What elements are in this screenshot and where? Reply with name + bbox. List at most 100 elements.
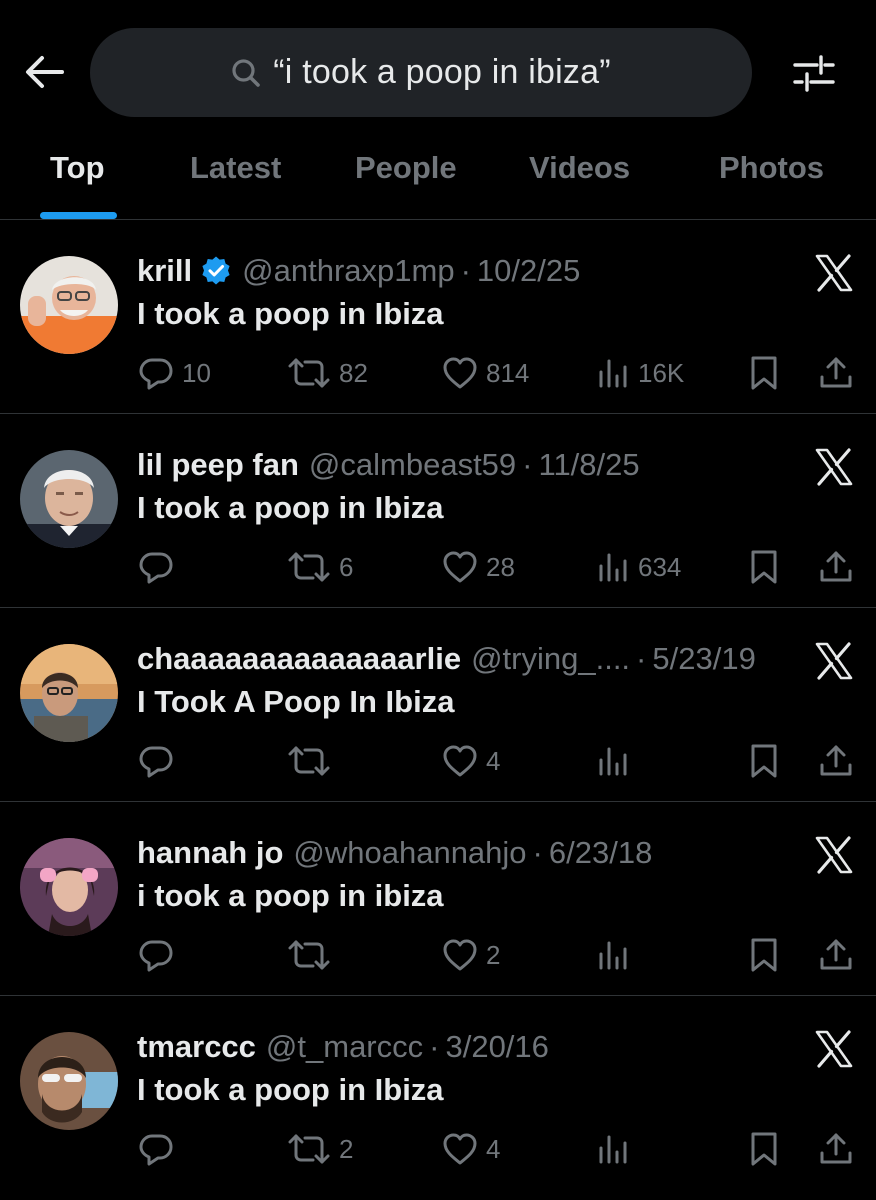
views-chart-icon [596,1132,630,1166]
reply-button[interactable]: 10 [138,355,211,391]
tweet[interactable]: lil peep fan @calmbeast59 · 11/8/25 I to… [0,414,876,608]
like-count: 28 [486,551,515,582]
search-header: “i took a poop in ibiza” [0,0,876,130]
like-count: 2 [486,939,501,970]
views-chart-icon [596,744,630,778]
retweet-count: 82 [339,357,368,388]
search-filter-button[interactable] [790,50,838,96]
x-logo-icon[interactable] [814,836,854,874]
tab-latest[interactable]: Latest [190,150,281,186]
avatar[interactable] [20,838,118,936]
share-button[interactable] [818,743,854,779]
reply-button[interactable] [138,937,182,973]
like-button[interactable]: 28 [442,549,515,585]
retweet-count: 6 [339,551,354,582]
tweet-date[interactable]: 6/23/18 [549,835,652,871]
user-handle[interactable]: @anthraxp1mp [242,253,454,289]
x-logo-icon[interactable] [814,1030,854,1068]
share-button[interactable] [818,937,854,973]
like-count: 4 [486,1133,501,1164]
bookmark-button[interactable] [748,1131,780,1167]
retweet-icon [287,549,331,585]
user-handle[interactable]: @trying_.... [471,641,630,677]
retweet-button[interactable]: 82 [287,355,368,391]
share-button[interactable] [818,1131,854,1167]
like-button[interactable]: 814 [442,355,529,391]
search-tabs: Top Latest People Videos Photos [0,130,876,220]
tweet-date[interactable]: 3/20/16 [445,1029,548,1065]
tweet-text: i took a poop in ibiza [137,878,444,913]
retweet-button[interactable] [287,937,339,973]
share-icon [818,355,854,391]
view-count: 16K [638,357,685,388]
tweet-header: krill @anthraxp1mp · 10/2/25 [137,251,580,291]
search-query-text: “i took a poop in ibiza” [273,53,611,91]
tweet[interactable]: chaaaaaaaaaaaaaarlie @trying_.... · 5/23… [0,608,876,802]
like-button[interactable]: 2 [442,937,500,973]
retweet-button[interactable]: 2 [287,1131,353,1167]
retweet-button[interactable]: 6 [287,549,353,585]
avatar[interactable] [20,256,118,354]
display-name[interactable]: tmarccc [137,1029,256,1065]
display-name[interactable]: krill [137,253,192,289]
tweet-text: I took a poop in Ibiza [137,1072,444,1107]
separator-dot: · [636,641,647,676]
reply-icon [138,743,174,779]
user-handle[interactable]: @whoahannahjo [293,835,526,871]
avatar[interactable] [20,1032,118,1130]
x-logo-icon[interactable] [814,642,854,680]
display-name[interactable]: chaaaaaaaaaaaaaarlie [137,641,461,677]
x-logo-icon[interactable] [814,448,854,486]
tweet-header: hannah jo @whoahannahjo · 6/23/18 [137,833,652,873]
user-handle[interactable]: @calmbeast59 [309,447,516,483]
reply-button[interactable] [138,1131,182,1167]
avatar[interactable] [20,450,118,548]
tweet-date[interactable]: 10/2/25 [477,253,580,289]
views-button[interactable]: 16K [596,355,684,391]
bookmark-button[interactable] [748,549,780,585]
like-button[interactable]: 4 [442,1131,500,1167]
tab-top[interactable]: Top [50,150,105,186]
bookmark-button[interactable] [748,937,780,973]
tab-videos[interactable]: Videos [529,150,630,186]
share-button[interactable] [818,355,854,391]
bookmark-button[interactable] [748,355,780,391]
retweet-button[interactable] [287,743,339,779]
back-button[interactable] [22,52,66,92]
display-name[interactable]: hannah jo [137,835,283,871]
arrow-left-icon [26,56,64,88]
tweet-date[interactable]: 5/23/19 [652,641,755,677]
like-count: 4 [486,745,501,776]
search-results-feed: krill @anthraxp1mp · 10/2/25 I took a po… [0,220,876,1189]
views-chart-icon [596,550,630,584]
share-button[interactable] [818,549,854,585]
views-button[interactable] [596,937,638,973]
retweet-icon [287,355,331,391]
display-name[interactable]: lil peep fan [137,447,299,483]
search-input[interactable]: “i took a poop in ibiza” [90,28,752,117]
tweet[interactable]: hannah jo @whoahannahjo · 6/23/18 i took… [0,802,876,996]
reply-icon [138,937,174,973]
tweet[interactable]: tmarccc @t_marccc · 3/20/16 I took a poo… [0,996,876,1189]
tweet-text: I Took A Poop In Ibiza [137,684,455,719]
sliders-icon [793,55,835,92]
views-button[interactable] [596,1131,638,1167]
views-button[interactable] [596,743,638,779]
tweet-date[interactable]: 11/8/25 [539,447,640,483]
bookmark-button[interactable] [748,743,780,779]
avatar[interactable] [20,644,118,742]
views-button[interactable]: 634 [596,549,681,585]
x-logo-icon[interactable] [814,254,854,292]
tweet[interactable]: krill @anthraxp1mp · 10/2/25 I took a po… [0,220,876,414]
user-handle[interactable]: @t_marccc [266,1029,423,1065]
reply-button[interactable] [138,549,182,585]
reply-button[interactable] [138,743,182,779]
reply-count: 10 [182,357,211,388]
views-chart-icon [596,938,630,972]
tweet-header: lil peep fan @calmbeast59 · 11/8/25 [137,445,640,485]
tab-people[interactable]: People [355,150,457,186]
like-button[interactable]: 4 [442,743,500,779]
heart-icon [442,1132,478,1166]
tab-photos[interactable]: Photos [719,150,824,186]
retweet-icon [287,1131,331,1167]
